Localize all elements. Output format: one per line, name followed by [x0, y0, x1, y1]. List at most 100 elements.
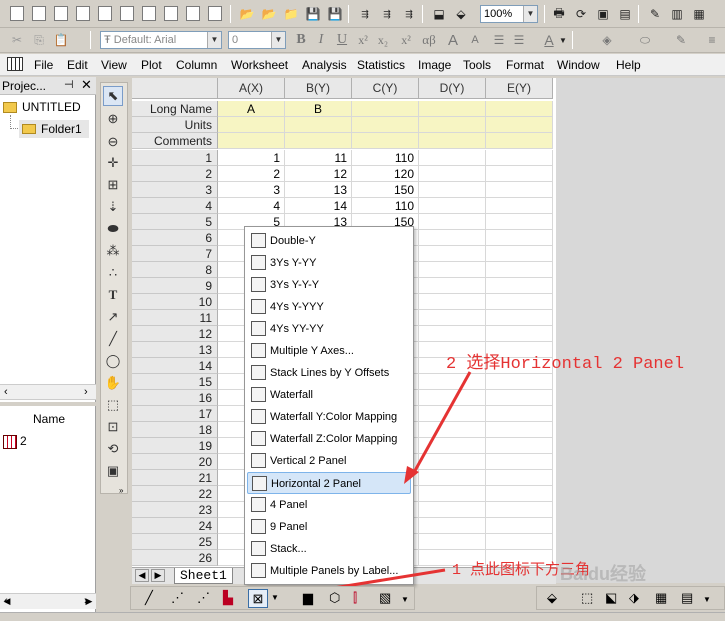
table-cell[interactable]	[419, 374, 486, 390]
subscript-button[interactable]: x₂	[374, 31, 392, 49]
table-cell[interactable]	[419, 278, 486, 294]
data-reader-icon[interactable]: ⊞	[103, 175, 123, 195]
row-number[interactable]: 24	[132, 518, 218, 534]
table-cell[interactable]	[486, 294, 553, 310]
import-multiple-icon[interactable]: ⇶	[378, 5, 396, 23]
underline-button[interactable]: U	[333, 31, 351, 49]
table-cell[interactable]	[419, 326, 486, 342]
zoom-in-icon[interactable]: ⊕	[103, 109, 123, 129]
menu-statistics[interactable]: Statistics	[357, 57, 405, 73]
table-cell[interactable]: 12	[285, 166, 352, 182]
new-function-icon[interactable]	[142, 6, 156, 21]
table-cell[interactable]	[419, 534, 486, 550]
table-cell[interactable]: 2	[218, 166, 285, 182]
long-name-a[interactable]: A	[218, 101, 285, 117]
table-cell[interactable]	[419, 390, 486, 406]
table-cell[interactable]	[419, 262, 486, 278]
menu-file[interactable]: File	[34, 57, 53, 73]
row-number[interactable]: 23	[132, 502, 218, 518]
row-number[interactable]: 17	[132, 406, 218, 422]
table-cell[interactable]	[486, 230, 553, 246]
menu-worksheet[interactable]: Worksheet	[231, 57, 288, 73]
save-template-icon[interactable]: 💾	[326, 5, 344, 23]
sheet-tab[interactable]: Sheet1	[174, 568, 233, 584]
tab-first-icon[interactable]: ◀	[135, 569, 149, 582]
table-cell[interactable]	[419, 198, 486, 214]
units-a[interactable]	[218, 117, 285, 133]
line-tool-icon[interactable]: ╱	[103, 329, 123, 349]
copy-icon[interactable]: ⎘	[30, 31, 48, 49]
hscroll-left[interactable]: ◀	[0, 596, 14, 610]
name-column-header[interactable]: Name	[33, 412, 65, 426]
scroll-left-icon[interactable]: ‹	[4, 386, 8, 398]
new-matrix-icon[interactable]	[76, 6, 90, 21]
menu-column[interactable]: Column	[176, 57, 217, 73]
italic-button[interactable]: I	[312, 31, 330, 49]
row-number[interactable]: 9	[132, 278, 218, 294]
recalculate-icon[interactable]: ⬓	[430, 5, 448, 23]
folder-selected[interactable]: Folder1	[19, 120, 89, 138]
table-cell[interactable]	[486, 214, 553, 230]
column-header-c[interactable]: C(Y)	[352, 78, 419, 99]
table-cell[interactable]	[419, 214, 486, 230]
mask-icon[interactable]: ⬬	[103, 219, 123, 239]
table-cell[interactable]	[486, 262, 553, 278]
table-cell[interactable]	[486, 166, 553, 182]
row-label-long-name[interactable]: Long Name	[132, 101, 218, 117]
row-number[interactable]: 25	[132, 534, 218, 550]
results-log-icon[interactable]: ▤	[616, 5, 634, 23]
new-notes-icon[interactable]	[120, 6, 134, 21]
table-cell[interactable]	[419, 406, 486, 422]
table-cell[interactable]	[419, 294, 486, 310]
paste-icon[interactable]: 📋	[52, 31, 70, 49]
row-number[interactable]: 10	[132, 294, 218, 310]
open-icon[interactable]: 📂	[238, 5, 256, 23]
menu-item-waterfall-y-color-mapping[interactable]: Waterfall Y:Color Mapping	[247, 406, 411, 428]
menu-window[interactable]: Window	[557, 57, 600, 73]
greek-button[interactable]: αβ	[420, 31, 438, 49]
scatter-plot-icon[interactable]: ⋰	[171, 590, 184, 606]
row-number[interactable]: 18	[132, 422, 218, 438]
table-cell[interactable]	[486, 374, 553, 390]
table-cell[interactable]	[419, 246, 486, 262]
table-cell[interactable]: 4	[218, 198, 285, 214]
table-cell[interactable]	[419, 486, 486, 502]
menu-item-4ys-yy-yy[interactable]: 4Ys YY-YY	[247, 318, 411, 340]
row-number[interactable]: 2	[132, 166, 218, 182]
table-cell[interactable]	[419, 422, 486, 438]
line-color-icon[interactable]: ✎	[672, 31, 690, 49]
table-cell[interactable]	[419, 470, 486, 486]
menu-item-3ys-y-y-y[interactable]: 3Ys Y-Y-Y	[247, 274, 411, 296]
table-cell[interactable]	[486, 326, 553, 342]
new-layout-icon[interactable]	[98, 6, 112, 21]
menu-item-vertical-2-panel[interactable]: Vertical 2 Panel	[247, 450, 411, 472]
table-cell[interactable]	[486, 310, 553, 326]
menu-item-waterfall-z-color-mapping[interactable]: Waterfall Z:Color Mapping	[247, 428, 411, 450]
menu-edit[interactable]: Edit	[67, 57, 88, 73]
project-root[interactable]: UNTITLED	[22, 100, 81, 114]
table-cell[interactable]: 120	[352, 166, 419, 182]
row-number[interactable]: 14	[132, 358, 218, 374]
table-cell[interactable]	[419, 230, 486, 246]
table-cell[interactable]: 1	[218, 150, 285, 166]
new-notebook-icon[interactable]	[208, 6, 222, 21]
row-number[interactable]: 26	[132, 550, 218, 566]
column-header-a[interactable]: A(X)	[218, 78, 285, 99]
table-cell[interactable]	[419, 518, 486, 534]
region-tool-icon[interactable]: ⬚	[103, 395, 123, 415]
line-symbol-plot-icon[interactable]: ⋰	[197, 590, 210, 606]
font-color-icon[interactable]: A	[540, 31, 558, 49]
row-number[interactable]: 5	[132, 214, 218, 230]
open-template-icon[interactable]: 📂	[260, 5, 278, 23]
3d-wire-icon[interactable]: ⬗	[629, 590, 639, 606]
row-number[interactable]: 3	[132, 182, 218, 198]
menu-item-horizontal-2-panel[interactable]: Horizontal 2 Panel	[247, 472, 411, 494]
row-number[interactable]: 16	[132, 390, 218, 406]
3d-surface-icon[interactable]: ⬙	[547, 590, 557, 606]
row-number[interactable]: 6	[132, 230, 218, 246]
supersub-button[interactable]: x²	[397, 31, 415, 49]
polar-plot-icon[interactable]: ⬡	[329, 590, 340, 606]
table-cell[interactable]	[419, 150, 486, 166]
zoom-combo[interactable]: 100% ▼	[480, 5, 538, 23]
comments-e[interactable]	[486, 133, 553, 149]
